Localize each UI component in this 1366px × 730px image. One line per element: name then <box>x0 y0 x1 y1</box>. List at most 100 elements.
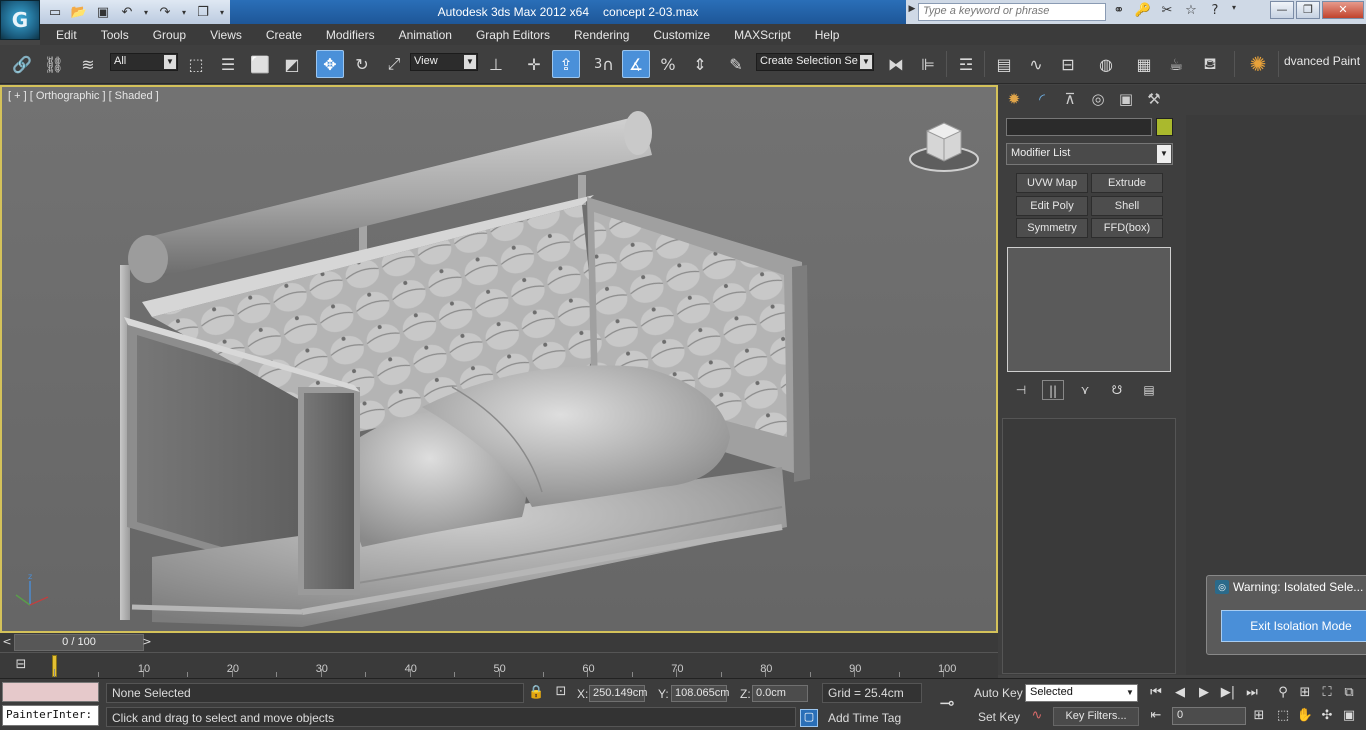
play-icon[interactable]: ▶ <box>1195 685 1213 700</box>
rectangular-selection-icon[interactable]: ⬜ <box>246 50 274 78</box>
set-key-button[interactable]: Set Key <box>978 710 1020 724</box>
shell-button[interactable]: Shell <box>1091 196 1163 216</box>
keyboard-shortcut-override-icon[interactable]: ⇪ <box>552 50 580 78</box>
subscription-icon[interactable]: 🔑 <box>1134 3 1152 21</box>
motion-tab-icon[interactable]: ◎ <box>1086 87 1110 111</box>
select-and-scale-icon[interactable]: ⤢ <box>380 50 408 78</box>
render-setup-icon[interactable]: ▦ <box>1130 50 1158 78</box>
hierarchy-tab-icon[interactable]: ⊼ <box>1058 87 1082 111</box>
uvw-map-button[interactable]: UVW Map <box>1016 173 1088 193</box>
edit-named-selection-icon[interactable]: ✎ <box>722 50 750 78</box>
minimize-button[interactable]: — <box>1270 1 1294 19</box>
add-time-tag[interactable]: Add Time Tag <box>828 711 901 725</box>
menu-graph-editors[interactable]: Graph Editors <box>464 28 562 42</box>
key-mode-dropdown[interactable]: Selected ▼ <box>1025 684 1138 702</box>
favorites-icon[interactable]: ☆ <box>1182 3 1200 21</box>
select-and-manipulate-icon[interactable]: ✛ <box>520 50 548 78</box>
extrude-button[interactable]: Extrude <box>1091 173 1163 193</box>
edit-poly-button[interactable]: Edit Poly <box>1016 196 1088 216</box>
advanced-paint-button[interactable]: dvanced Paint <box>1284 54 1360 68</box>
track-bar[interactable]: ⊟ 10 20 30 40 50 60 70 80 90 100 <box>0 652 998 678</box>
key-mode-toggle-icon[interactable]: ⇤ <box>1147 708 1165 723</box>
selection-filter-dropdown[interactable]: All ▼ <box>110 53 178 71</box>
isolation-toggle-icon[interactable]: ▢ <box>800 709 818 727</box>
object-name-field[interactable] <box>1006 118 1152 136</box>
curve-editor-icon[interactable]: ∿ <box>1022 50 1050 78</box>
spinner-snap-icon[interactable]: ⇕ <box>686 50 714 78</box>
auto-key-button[interactable]: Auto Key <box>974 686 1023 700</box>
zoom-all-icon[interactable]: ⊞ <box>1296 685 1314 700</box>
mirror-icon[interactable]: ⧓ <box>882 50 910 78</box>
make-unique-icon[interactable]: ⋎ <box>1074 380 1096 400</box>
select-by-name-icon[interactable]: ☰ <box>214 50 242 78</box>
zoom-extents-all-icon[interactable]: ⧉ <box>1340 685 1358 700</box>
zoom-extents-icon[interactable]: ⛶ <box>1318 685 1336 700</box>
mini-curve-editor-icon[interactable]: ⊟ <box>10 657 32 672</box>
display-tab-icon[interactable]: ▣ <box>1114 87 1138 111</box>
utilities-tab-icon[interactable]: ⚒ <box>1142 87 1166 111</box>
application-button[interactable]: G <box>0 0 40 40</box>
time-slider-handle[interactable]: 0 / 100 <box>14 634 144 651</box>
maxscript-listener-output[interactable] <box>2 682 99 702</box>
angle-snap-icon[interactable]: ∡ <box>622 50 650 78</box>
open-file-icon[interactable]: 📂 <box>70 4 88 20</box>
time-slider-next[interactable]: > <box>140 635 154 650</box>
configure-sets-icon[interactable]: ▤ <box>1138 380 1160 400</box>
unlink-icon[interactable]: ⛓ <box>40 50 68 78</box>
select-and-move-icon[interactable]: ✥ <box>316 50 344 78</box>
key-tangent-icon[interactable]: ∿ <box>1027 708 1047 723</box>
undo-icon[interactable]: ↶ <box>118 4 136 20</box>
menu-tools[interactable]: Tools <box>89 28 141 42</box>
reference-coordinate-dropdown[interactable]: View ▼ <box>410 53 478 71</box>
help-icon[interactable]: ? <box>1206 3 1224 21</box>
create-tab-icon[interactable]: ✹ <box>1002 87 1026 111</box>
select-object-icon[interactable]: ⬚ <box>182 50 210 78</box>
viewcube-icon[interactable] <box>907 117 981 175</box>
key-filters-button[interactable]: Key Filters... <box>1053 707 1139 726</box>
menu-animation[interactable]: Animation <box>387 28 464 42</box>
menu-customize[interactable]: Customize <box>641 28 722 42</box>
redo-icon[interactable]: ↷ <box>156 4 174 20</box>
rendered-frame-icon[interactable]: ☕ <box>1162 50 1190 78</box>
menu-help[interactable]: Help <box>803 28 852 42</box>
graphite-toolbar-icon[interactable]: ▤ <box>990 50 1018 78</box>
communication-icon[interactable]: ✂ <box>1158 3 1176 21</box>
absolute-mode-icon[interactable]: ⊡ <box>552 684 570 699</box>
maximize-button[interactable]: ❐ <box>1296 1 1320 19</box>
percent-snap-icon[interactable]: % <box>654 50 682 78</box>
ffd-box-button[interactable]: FFD(box) <box>1091 218 1163 238</box>
new-file-icon[interactable]: ▭ <box>46 4 64 20</box>
orange-plugin-icon[interactable]: ✺ <box>1244 50 1272 78</box>
current-frame-field[interactable]: 0 <box>1172 707 1246 725</box>
pan-view-icon[interactable]: ✋ <box>1296 708 1314 723</box>
named-selection-dropdown[interactable]: Create Selection Se ▼ <box>756 53 874 71</box>
field-of-view-icon[interactable]: ⬚ <box>1274 708 1292 723</box>
redo-dropdown-icon[interactable]: ▾ <box>180 4 188 20</box>
menu-maxscript[interactable]: MAXScript <box>722 28 803 42</box>
align-icon[interactable]: ⊫ <box>914 50 942 78</box>
x-coordinate-field[interactable]: 250.149cm <box>589 685 647 702</box>
pivot-center-icon[interactable]: ⊥ <box>482 50 510 78</box>
menu-edit[interactable]: Edit <box>40 28 89 42</box>
maximize-viewport-icon[interactable]: ▣ <box>1340 708 1358 723</box>
time-slider-prev[interactable]: < <box>0 635 14 650</box>
help-dropdown-icon[interactable]: ▾ <box>1230 3 1238 21</box>
menu-group[interactable]: Group <box>141 28 198 42</box>
schematic-view-icon[interactable]: ⊟ <box>1054 50 1082 78</box>
modifier-stack[interactable] <box>1007 247 1171 372</box>
exit-isolation-mode-button[interactable]: Exit Isolation Mode <box>1221 610 1366 642</box>
go-to-end-icon[interactable]: ⏭ <box>1243 685 1261 700</box>
set-key-icon[interactable]: ⊸ <box>930 693 964 714</box>
bind-space-warp-icon[interactable]: ≋ <box>74 50 102 78</box>
window-crossing-icon[interactable]: ◩ <box>278 50 306 78</box>
binoculars-icon[interactable]: ⚭ <box>1110 3 1128 21</box>
lock-icon[interactable]: 🔒 <box>528 685 544 700</box>
y-coordinate-field[interactable]: 108.065cm <box>671 685 729 702</box>
object-color-swatch[interactable] <box>1156 118 1173 136</box>
go-to-start-icon[interactable]: ⏮ <box>1147 685 1165 700</box>
menu-views[interactable]: Views <box>198 28 254 42</box>
material-editor-icon[interactable]: ◍ <box>1092 50 1120 78</box>
select-and-rotate-icon[interactable]: ↻ <box>348 50 376 78</box>
snaps-toggle-icon[interactable]: 3 ∩ <box>590 50 618 78</box>
zoom-icon[interactable]: ⚲ <box>1274 685 1292 700</box>
